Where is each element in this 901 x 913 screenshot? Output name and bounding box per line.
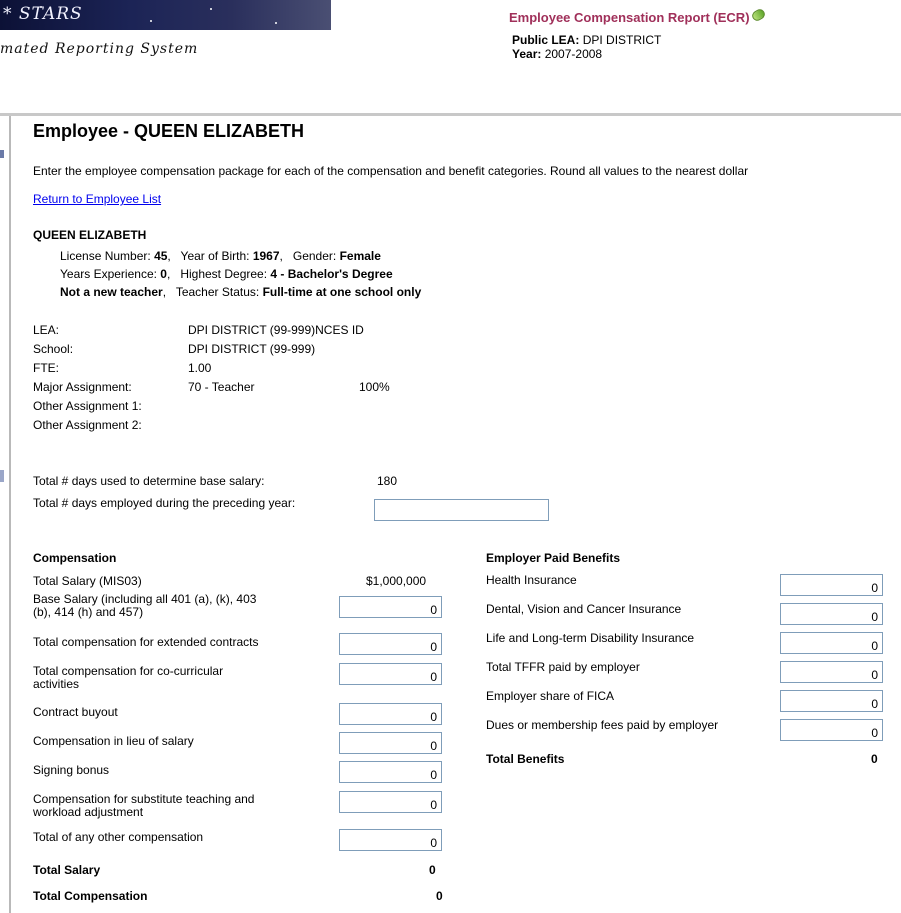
lea-label: LEA:: [33, 323, 60, 337]
lieu-of-salary-input[interactable]: 0: [339, 732, 442, 754]
school-value: DPI DISTRICT (99-999): [188, 342, 316, 356]
employee-line-2: Years Experience: 0, Highest Degree: 4 -…: [60, 267, 393, 281]
co-curricular-label: Total compensation for co-curricular acti…: [33, 664, 224, 691]
base-days-value: 180: [377, 474, 398, 488]
preceding-days-label: Total # days employed during the precedi…: [33, 496, 296, 510]
health-insurance-input[interactable]: 0: [780, 574, 883, 596]
dues-label: Dues or membership fees paid by employer: [486, 718, 719, 732]
base-salary-label: Base Salary (including all 401 (a), (k),…: [33, 592, 257, 619]
other-assignment-1-label: Other Assignment 1:: [33, 399, 142, 413]
fte-value: 1.00: [188, 361, 212, 375]
other-compensation-input[interactable]: 0: [339, 829, 442, 851]
other-assignment-2-label: Other Assignment 2:: [33, 418, 142, 432]
total-salary-mis03-value: $1,000,000: [366, 574, 427, 588]
life-disability-input[interactable]: 0: [780, 632, 883, 654]
return-to-employee-list-link[interactable]: Return to Employee List: [33, 192, 161, 206]
tffr-label: Total TFFR paid by employer: [486, 660, 640, 674]
stars-banner: * STARS: [0, 0, 331, 30]
extended-contracts-label: Total compensation for extended contract…: [33, 635, 259, 649]
signing-bonus-label: Signing bonus: [33, 763, 110, 777]
system-subtitle: mated Reporting System: [0, 41, 199, 57]
total-salary-label: Total Salary: [33, 863, 101, 877]
dental-vision-input[interactable]: 0: [780, 603, 883, 625]
left-marker: [0, 470, 4, 482]
extended-contracts-input[interactable]: 0: [339, 633, 442, 655]
fte-label: FTE:: [33, 361, 59, 375]
banner-title: * STARS: [3, 4, 83, 24]
total-benefits-value: 0: [871, 752, 878, 766]
compensation-heading: Compensation: [33, 551, 117, 565]
dental-vision-label: Dental, Vision and Cancer Insurance: [486, 602, 682, 616]
base-days-label: Total # days used to determine base sala…: [33, 474, 265, 488]
employee-line-1: License Number: 45, Year of Birth: 1967,…: [60, 249, 381, 263]
other-compensation-label: Total of any other compensation: [33, 830, 204, 844]
left-marker: [0, 150, 4, 158]
total-benefits-label: Total Benefits: [486, 752, 565, 766]
header-lea: Public LEA: DPI DISTRICT: [512, 33, 662, 47]
total-salary-mis03-label: Total Salary (MIS03): [33, 574, 142, 588]
total-compensation-value: 0: [436, 889, 443, 903]
fica-label: Employer share of FICA: [486, 689, 615, 703]
tffr-input[interactable]: 0: [780, 661, 883, 683]
major-assignment-percent: 100%: [359, 380, 390, 394]
page-title: Employee - QUEEN ELIZABETH: [33, 121, 305, 141]
report-title: Employee Compensation Report (ECR): [509, 7, 767, 25]
contract-buyout-label: Contract buyout: [33, 705, 118, 719]
total-salary-value: 0: [429, 863, 436, 877]
preceding-days-input[interactable]: [374, 499, 549, 521]
health-insurance-label: Health Insurance: [486, 573, 577, 587]
fica-input[interactable]: 0: [780, 690, 883, 712]
lea-value: DPI DISTRICT (99-999)NCES ID: [188, 323, 364, 337]
dues-input[interactable]: 0: [780, 719, 883, 741]
lieu-of-salary-label: Compensation in lieu of salary: [33, 734, 194, 748]
employee-name: QUEEN ELIZABETH: [33, 228, 147, 242]
benefits-heading: Employer Paid Benefits: [486, 551, 621, 565]
substitute-teaching-input[interactable]: 0: [339, 791, 442, 813]
content-divider: [0, 113, 901, 116]
co-curricular-input[interactable]: 0: [339, 663, 442, 685]
left-border: [9, 116, 11, 913]
total-compensation-label: Total Compensation: [33, 889, 148, 903]
signing-bonus-input[interactable]: 0: [339, 761, 442, 783]
base-salary-input[interactable]: 0: [339, 596, 442, 618]
employee-line-3: Not a new teacher, Teacher Status: Full-…: [60, 285, 422, 299]
contract-buyout-input[interactable]: 0: [339, 703, 442, 725]
pill-icon: [749, 7, 767, 23]
major-assignment-value: 70 - Teacher: [188, 380, 255, 394]
school-label: School:: [33, 342, 74, 356]
instructions-text: Enter the employee compensation package …: [33, 164, 749, 178]
life-disability-label: Life and Long-term Disability Insurance: [486, 631, 695, 645]
substitute-teaching-label: Compensation for substitute teaching and…: [33, 792, 255, 819]
major-assignment-label: Major Assignment:: [33, 380, 132, 394]
header-year: Year: 2007-2008: [512, 47, 603, 61]
